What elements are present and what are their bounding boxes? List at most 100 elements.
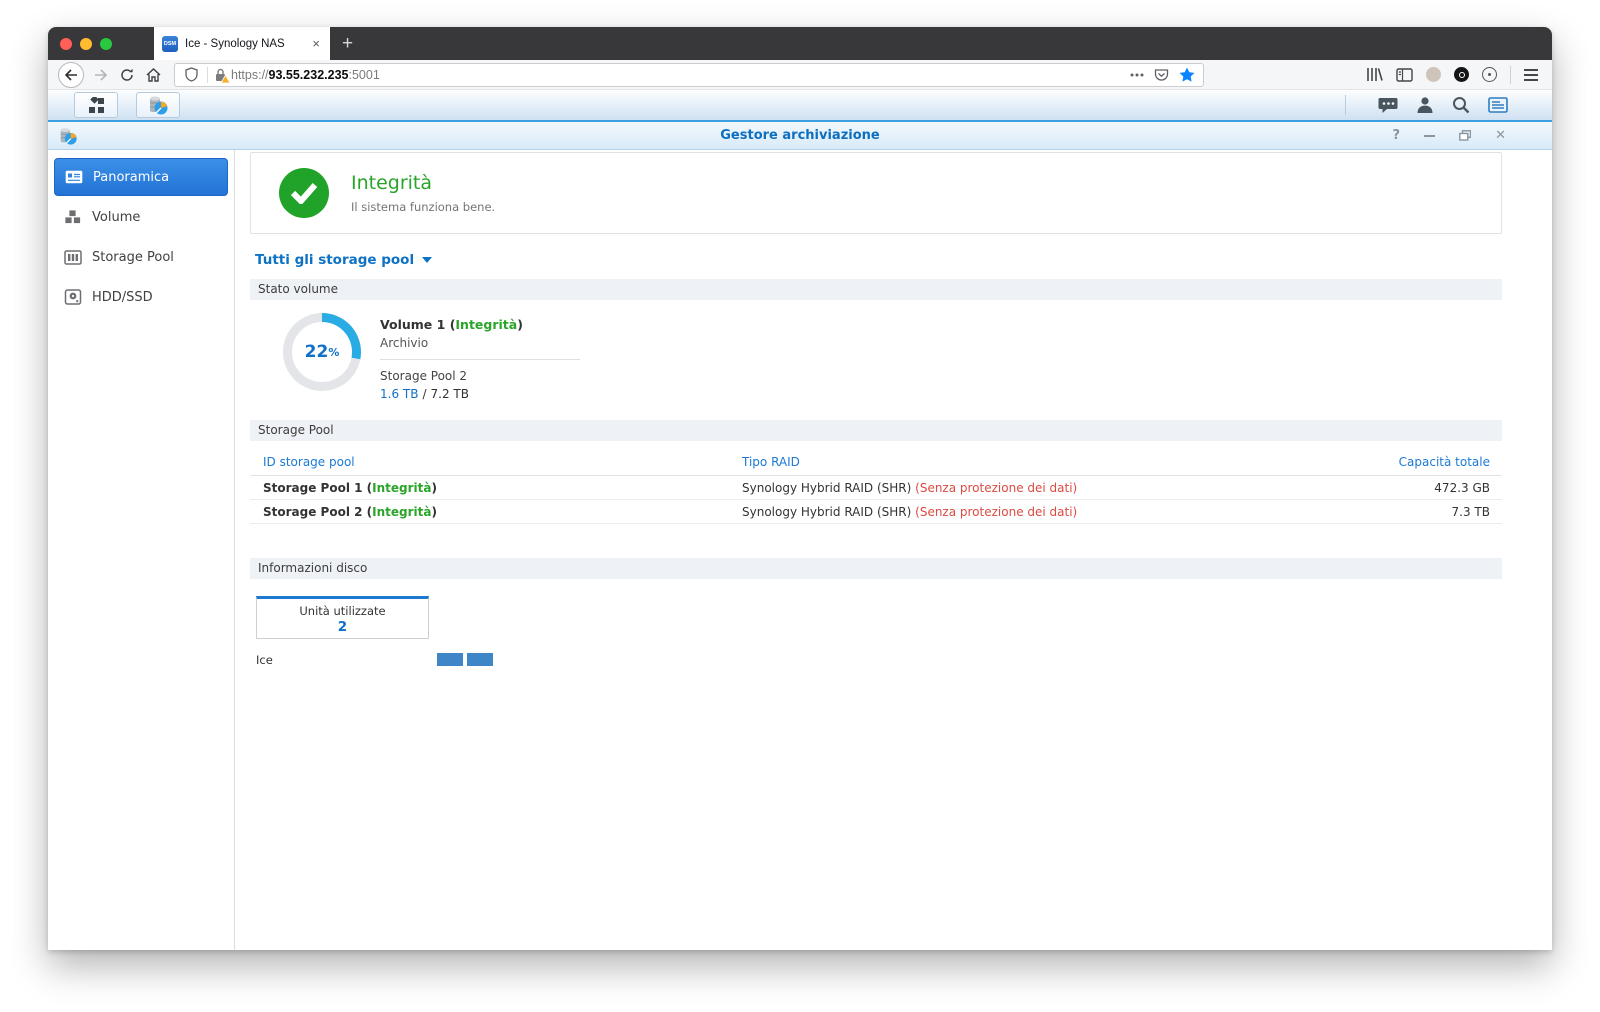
back-button[interactable]: [58, 61, 84, 88]
pool-raid-type: Synology Hybrid RAID (SHR): [742, 480, 912, 495]
sidebar-panel-icon[interactable]: [1396, 67, 1413, 82]
tab-bar: DSM Ice - Synology NAS × +: [48, 27, 1552, 60]
volume-info: Volume 1 (Integrità) Archivio Storage Po…: [380, 317, 640, 401]
home-icon: [146, 67, 160, 82]
window-title: Gestore archiviazione: [720, 128, 880, 143]
tab-close-icon[interactable]: ×: [310, 36, 322, 51]
search-icon[interactable]: [1452, 96, 1470, 114]
app-menu-icon[interactable]: [1524, 68, 1538, 81]
storage-manager-window: Gestore archiviazione ? ✕ Panoramica Vol…: [48, 122, 1552, 950]
health-texts: Integrità Il sistema funziona bene.: [351, 172, 495, 214]
used-drives-label: Unità utilizzate: [299, 604, 386, 618]
section-header-volume-status: Stato volume: [250, 279, 1502, 300]
pool-capacity: 7.3 TB: [1451, 504, 1490, 519]
main-menu-button[interactable]: [74, 92, 118, 118]
zoom-window-button[interactable]: [100, 37, 112, 50]
extension-icon-3[interactable]: [1482, 67, 1497, 82]
volume-usage-percent-sign: %: [328, 345, 340, 359]
forward-button[interactable]: [88, 62, 114, 88]
column-header-id[interactable]: ID storage pool: [250, 455, 742, 469]
help-button[interactable]: ?: [1393, 129, 1401, 142]
restore-button[interactable]: [1459, 130, 1472, 141]
tracking-protection-shield-icon[interactable]: [181, 62, 201, 88]
health-title: Integrità: [351, 172, 433, 194]
url-port: :5001: [348, 67, 380, 82]
tab-title: Ice - Synology NAS: [185, 37, 285, 50]
reload-button[interactable]: [114, 62, 140, 88]
minimize-window-button[interactable]: [80, 37, 92, 50]
filter-label: Tutti gli storage pool: [255, 252, 415, 268]
pool-capacity: 472.3 GB: [1434, 480, 1490, 495]
window-title-bar[interactable]: Gestore archiviazione ? ✕: [48, 122, 1552, 150]
health-subtitle: Il sistema funziona bene.: [351, 200, 496, 214]
host-name-label: Ice: [256, 653, 273, 667]
table-row[interactable]: Storage Pool 2 (Integrità) Synology Hybr…: [250, 500, 1502, 524]
volume-name-line: Volume 1 (Integrità): [380, 317, 523, 332]
volume-capacity-line: 1.6 TB/7.2 TB: [380, 387, 469, 401]
pool-status: Integrità: [372, 480, 432, 495]
toolbar-divider: [1510, 65, 1511, 84]
forward-arrow-icon: [95, 68, 108, 81]
column-header-raid[interactable]: Tipo RAID: [742, 455, 1352, 469]
extension-icon-1[interactable]: [1426, 67, 1441, 82]
column-header-capacity[interactable]: Capacità totale: [1352, 455, 1502, 469]
volume-used: 1.6 TB: [380, 387, 419, 401]
new-tab-button[interactable]: +: [330, 27, 365, 60]
url-text[interactable]: https://93.55.232.235:5001: [231, 68, 1130, 82]
table-header-row: ID storage pool Tipo RAID Capacità total…: [250, 448, 1502, 476]
volume-description: Archivio: [380, 336, 429, 350]
url-divider: [207, 66, 208, 83]
table-row[interactable]: Storage Pool 1 (Integrità) Synology Hybr…: [250, 476, 1502, 500]
used-drives-card: Unità utilizzate 2: [256, 596, 429, 639]
reload-icon: [121, 68, 133, 81]
storage-pool-filter-dropdown[interactable]: Tutti gli storage pool: [255, 252, 433, 268]
sidebar-item-storage-pool[interactable]: Storage Pool: [54, 238, 228, 276]
drive-slot-1[interactable]: [437, 653, 463, 666]
url-host: 93.55.232.235: [268, 67, 349, 82]
overview-panel: Integrità Il sistema funziona bene. Tutt…: [235, 150, 1552, 950]
window-controls: ? ✕: [1393, 129, 1506, 142]
close-window-button[interactable]: [60, 37, 72, 50]
notifications-chat-icon[interactable]: [1378, 96, 1398, 114]
sidebar-item-label: Volume: [92, 209, 141, 225]
page-actions-icon[interactable]: [1130, 73, 1144, 77]
library-icon[interactable]: [1366, 67, 1383, 82]
user-account-icon[interactable]: [1416, 96, 1434, 114]
pool-raid-type: Synology Hybrid RAID (SHR): [742, 504, 912, 519]
storage-manager-app-icon: [150, 96, 168, 115]
pool-status: Integrità: [372, 504, 432, 519]
bookmark-star-icon[interactable]: [1179, 67, 1195, 82]
home-button[interactable]: [140, 62, 166, 88]
drive-slot-2[interactable]: [467, 653, 493, 666]
minimize-button[interactable]: [1424, 134, 1436, 137]
toolbar-right-icons: [1366, 65, 1542, 84]
sidebar-item-volume[interactable]: Volume: [54, 198, 228, 236]
section-header-disk-info: Informazioni disco: [250, 558, 1502, 579]
volume-status: Integrità: [455, 317, 518, 332]
hdd-disk-icon: [64, 289, 82, 305]
volume-name: Volume 1: [380, 317, 446, 332]
volume-usage-donut-chart: 22%: [283, 313, 361, 391]
pocket-icon[interactable]: [1154, 68, 1169, 82]
connection-lock-warning-icon[interactable]: [214, 68, 230, 83]
sidebar-item-hdd-ssd[interactable]: HDD/SSD: [54, 278, 228, 316]
extension-icon-2[interactable]: [1454, 67, 1469, 82]
taskbar-right-icons: [1345, 95, 1508, 115]
health-status-card: Integrità Il sistema funziona bene.: [250, 152, 1502, 234]
dsm-taskbar: [48, 90, 1552, 122]
widgets-panel-icon[interactable]: [1488, 97, 1508, 113]
close-button[interactable]: ✕: [1495, 129, 1506, 142]
main-menu-grid-icon: [88, 96, 104, 113]
taskbar-divider: [1345, 95, 1346, 115]
back-arrow-icon: [64, 68, 77, 81]
url-bar[interactable]: https://93.55.232.235:5001: [174, 62, 1204, 88]
url-bar-actions: [1130, 67, 1197, 82]
window-body: Panoramica Volume Storage Pool HDD/SSD I…: [48, 150, 1552, 950]
browser-tab[interactable]: DSM Ice - Synology NAS ×: [154, 27, 330, 60]
sidebar-item-label: HDD/SSD: [92, 289, 153, 305]
storage-manager-taskbar-button[interactable]: [136, 92, 180, 118]
sidebar-item-panoramica[interactable]: Panoramica: [54, 158, 228, 196]
volume-cubes-icon: [64, 209, 81, 224]
volume-divider: [380, 359, 580, 360]
browser-toolbar: https://93.55.232.235:5001: [48, 60, 1552, 90]
